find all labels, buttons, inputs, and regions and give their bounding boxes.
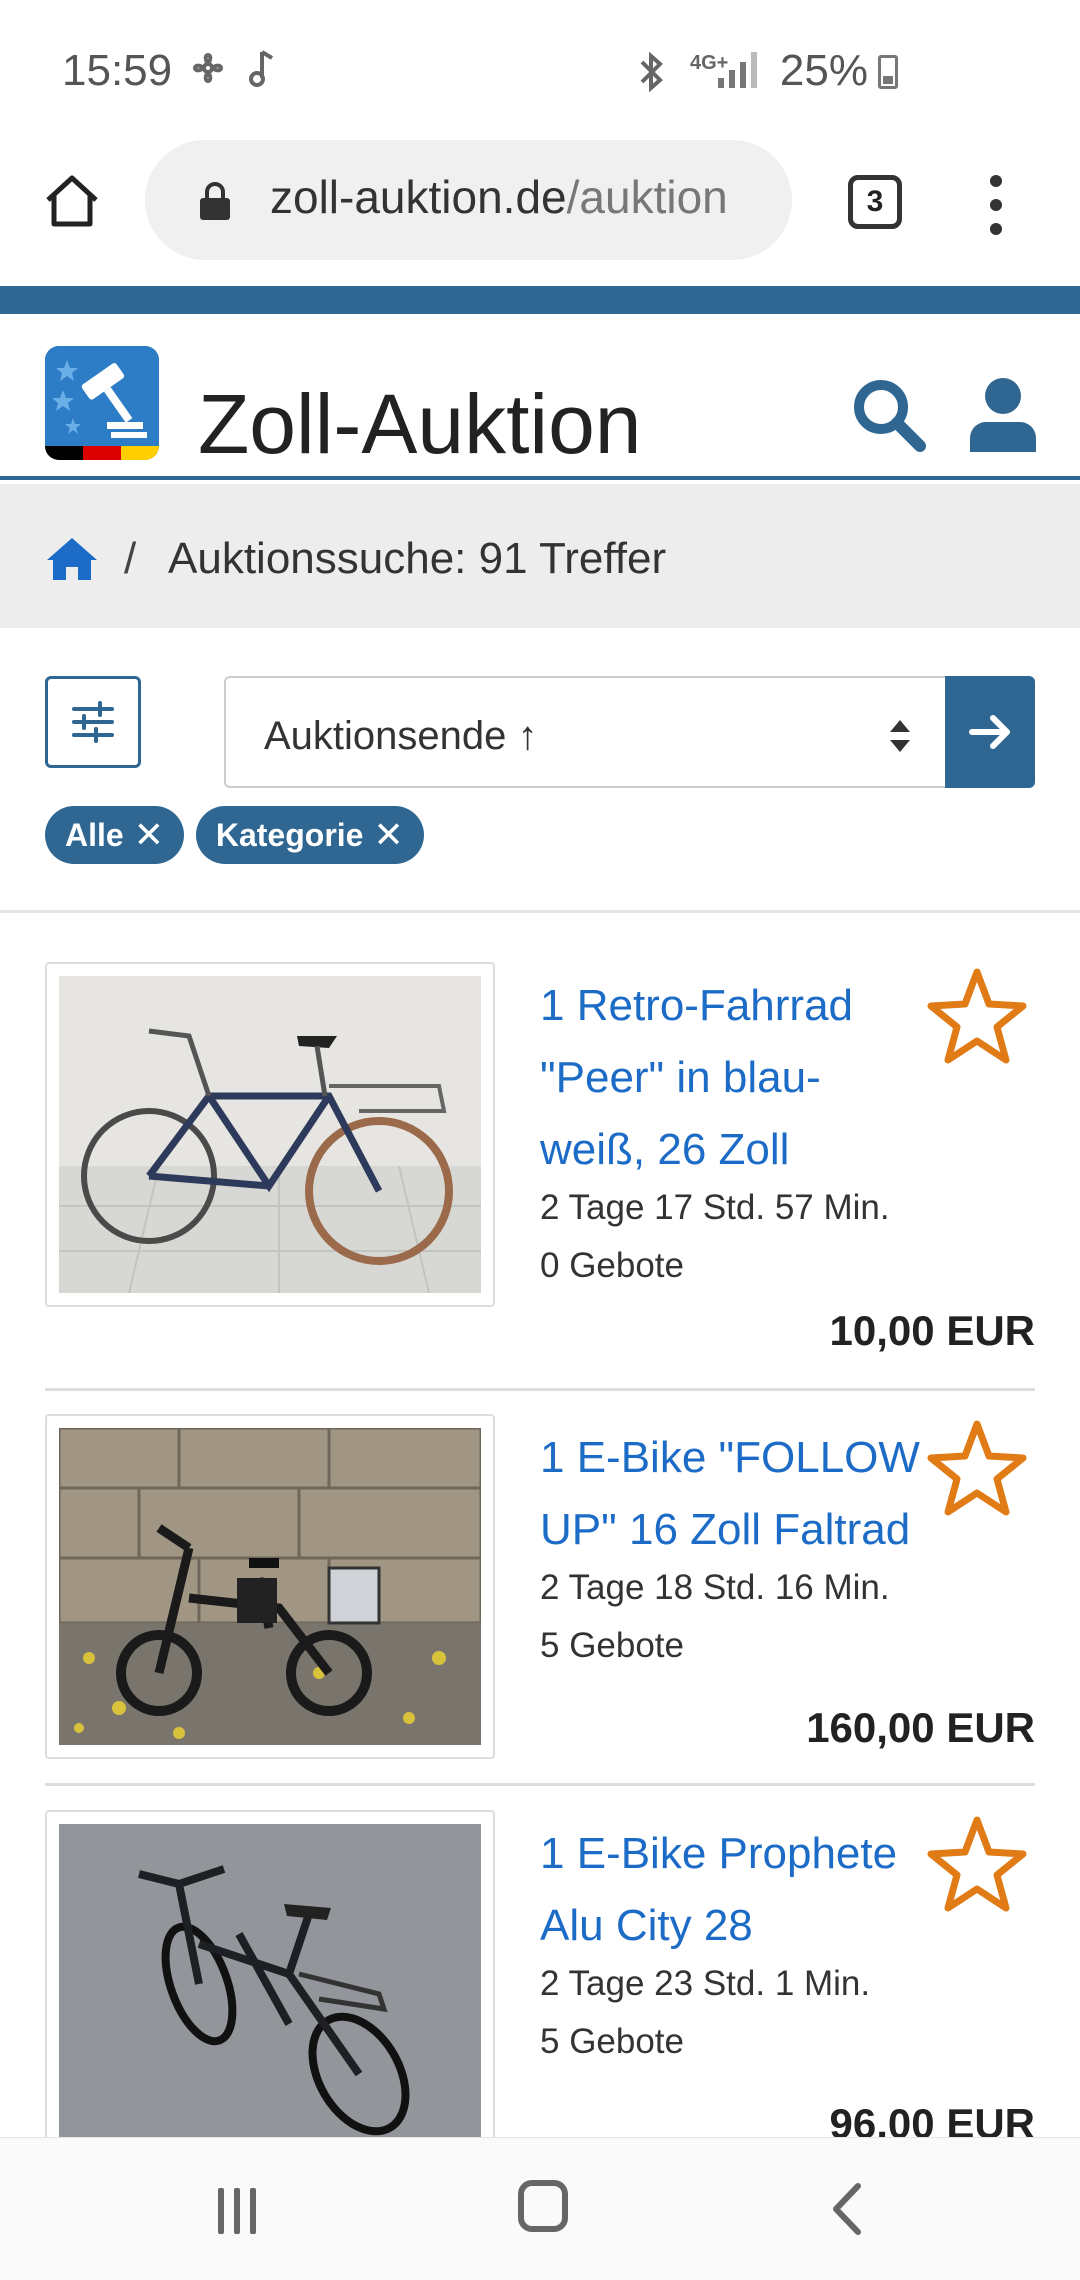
listing-image[interactable] [45, 1810, 495, 2155]
breadcrumb-home-icon[interactable] [45, 536, 99, 582]
browser-menu-icon[interactable] [985, 175, 1005, 235]
battery-icon [878, 55, 898, 89]
fan-icon [193, 53, 223, 83]
recent-apps-icon[interactable] [218, 2188, 264, 2234]
sort-select[interactable]: Auktionsende ↑ [224, 676, 946, 788]
url-text: zoll-auktion.de/auktion [270, 170, 770, 224]
bicycle-photo [59, 1824, 481, 2141]
listing-price: 10,00 EUR [829, 1307, 1035, 1354]
close-icon[interactable]: ✕ [134, 814, 164, 856]
listing-price: 160,00 EUR [806, 1704, 1035, 1751]
listing-item[interactable]: 1 Retro-Fahrrad "Peer" in blau-weiß, 26 … [45, 962, 1035, 1354]
listing-title[interactable]: 1 E-Bike "FOLLOW UP" 16 Zoll Faltrad [540, 1422, 930, 1566]
bluetooth-icon [640, 52, 663, 92]
music-note-icon [249, 50, 274, 87]
listing-item[interactable]: 1 E-Bike "FOLLOW UP" 16 Zoll Faltrad 2 T… [45, 1414, 1035, 1759]
site-title[interactable]: Zoll-Auktion [198, 376, 642, 473]
arrow-right-icon [969, 715, 1010, 749]
chip-label: Kategorie [215, 816, 364, 853]
bicycle-photo [59, 976, 481, 1293]
tab-switcher-button[interactable]: 3 [848, 175, 902, 229]
url-host: zoll-auktion.de [270, 171, 567, 223]
browser-home-icon[interactable] [42, 170, 102, 230]
url-path: /auktion [566, 171, 728, 223]
site-header: Zoll-Auktion [0, 314, 1080, 480]
star-icon[interactable] [925, 1814, 1029, 1914]
apply-sort-button[interactable] [945, 676, 1035, 788]
divider [45, 1388, 1035, 1391]
zoll-auktion-logo[interactable] [45, 346, 159, 460]
home-button-icon[interactable] [518, 2180, 568, 2232]
search-icon[interactable] [850, 376, 926, 452]
sliders-icon [72, 701, 114, 743]
listing-title[interactable]: 1 Retro-Fahrrad "Peer" in blau-weiß, 26 … [540, 970, 920, 1186]
select-arrows-icon [890, 720, 910, 752]
divider [0, 910, 1080, 913]
star-icon[interactable] [925, 1418, 1029, 1518]
filter-chip-alle[interactable]: Alle ✕ [45, 806, 184, 864]
filter-settings-button[interactable] [45, 676, 141, 768]
user-account-icon[interactable] [968, 376, 1038, 452]
listing-bid-count: 0 Gebote [540, 1246, 684, 1285]
divider [45, 1783, 1035, 1786]
breadcrumb: / Auktionssuche: 91 Treffer [0, 484, 1080, 628]
listing-time-left: 2 Tage 17 Std. 57 Min. [540, 1188, 890, 1227]
status-time: 15:59 [62, 46, 173, 95]
lock-icon [200, 182, 230, 220]
header-stripe [0, 286, 1080, 314]
listing-time-left: 2 Tage 23 Std. 1 Min. [540, 1964, 871, 2003]
chip-label: Alle [65, 816, 124, 853]
listing-image[interactable] [45, 1414, 495, 1759]
signal-strength-icon [718, 52, 757, 88]
address-bar[interactable]: zoll-auktion.de/auktion [145, 140, 792, 260]
bicycle-photo [59, 1428, 481, 1745]
active-filter-chips: Alle ✕ Kategorie ✕ [45, 806, 424, 864]
sort-selected-value: Auktionsende ↑ [264, 714, 538, 758]
breadcrumb-separator: / [124, 534, 137, 583]
star-icon[interactable] [925, 966, 1029, 1066]
listing-item[interactable]: 1 E-Bike Prophete Alu City 28 2 Tage 23 … [45, 1810, 1035, 2155]
system-navigation-bar [0, 2137, 1080, 2280]
close-icon[interactable]: ✕ [373, 814, 403, 856]
gavel-icon [45, 346, 159, 446]
listing-image[interactable] [45, 962, 495, 1307]
battery-percent: 25% [779, 46, 868, 95]
status-notification-icons [188, 48, 278, 88]
breadcrumb-current: Auktionssuche: 91 Treffer [168, 534, 667, 583]
filter-chip-kategorie[interactable]: Kategorie ✕ [195, 806, 424, 864]
listing-title[interactable]: 1 E-Bike Prophete Alu City 28 [540, 1818, 920, 1962]
listing-bid-count: 5 Gebote [540, 2022, 684, 2061]
listing-time-left: 2 Tage 18 Std. 16 Min. [540, 1568, 890, 1607]
browser-toolbar: zoll-auktion.de/auktion 3 [0, 140, 1080, 285]
status-bar: 15:59 4G+ 25% [0, 0, 1080, 140]
back-icon[interactable] [826, 2180, 866, 2238]
listing-bid-count: 5 Gebote [540, 1626, 684, 1665]
